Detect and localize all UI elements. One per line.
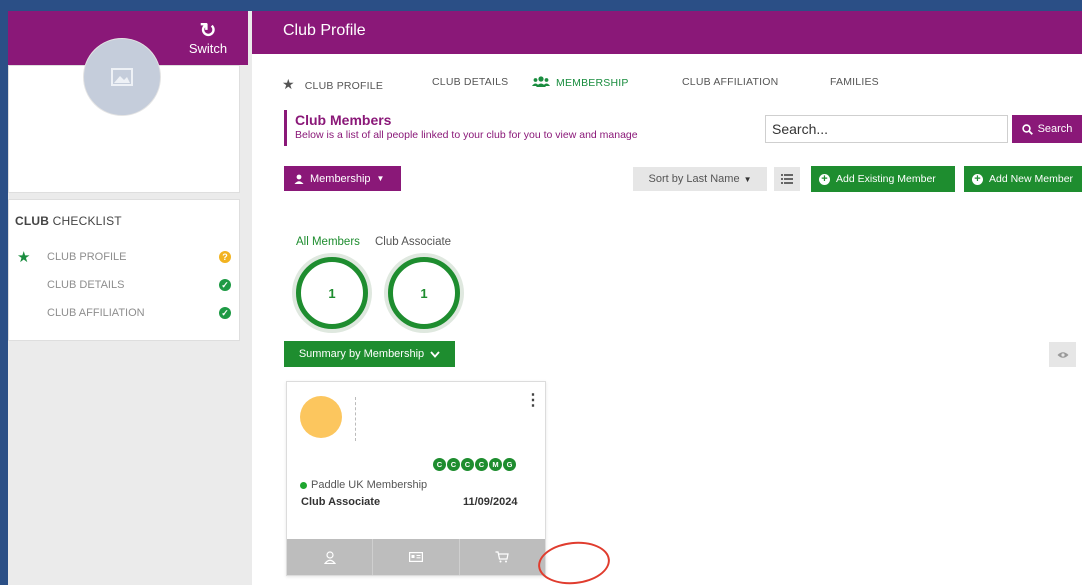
status-dot	[300, 481, 307, 489]
qualification-pill: C	[433, 458, 446, 471]
tab-club-details[interactable]: CLUB DETAILS	[432, 76, 508, 88]
shopping-cart-icon	[495, 551, 510, 563]
members-title: Club Members	[295, 112, 392, 128]
check-icon: ✓	[219, 307, 231, 319]
caret-down-icon: ▼	[743, 174, 752, 184]
more-options-icon[interactable]: ⋮	[525, 393, 541, 409]
purchase-button[interactable]	[460, 539, 545, 575]
star-icon: ★	[282, 76, 295, 92]
club-avatar[interactable]	[83, 38, 161, 116]
qualification-pill: C	[461, 458, 474, 471]
switch-label: Switch	[188, 41, 228, 56]
users-icon	[532, 76, 550, 87]
star-icon: ★	[17, 249, 31, 266]
membership-type: Club Associate	[301, 496, 381, 508]
member-avatar	[300, 396, 342, 438]
check-icon: ✓	[219, 279, 231, 291]
list-icon	[781, 174, 793, 184]
qualification-pill: M	[489, 458, 502, 471]
chevron-down-icon	[430, 350, 440, 358]
members-subtitle: Below is a list of all people linked to …	[295, 129, 638, 141]
main-header: Club Profile	[252, 11, 1082, 54]
member-name-placeholder	[355, 397, 357, 441]
sidebar: ↻ Switch CLUB CHECKLIST ★ CLUB PROFILE ?…	[8, 11, 252, 585]
plus-circle-icon: +	[819, 173, 830, 185]
search-button[interactable]: Search	[1012, 115, 1082, 143]
membership-card-button[interactable]	[373, 539, 460, 575]
category-label-all-members[interactable]: All Members	[296, 236, 360, 248]
qualification-pill: G	[503, 458, 516, 471]
qualification-pill: C	[475, 458, 488, 471]
plus-circle-icon: +	[972, 173, 983, 185]
club-associate-count-circle[interactable]: 1	[388, 257, 460, 329]
checklist-item-club-affiliation[interactable]: CLUB AFFILIATION ✓	[9, 304, 239, 324]
add-existing-member-button[interactable]: + Add Existing Member	[811, 166, 955, 192]
page-title: Club Profile	[283, 22, 366, 39]
add-new-member-button[interactable]: + Add New Member	[964, 166, 1082, 192]
membership-status: Paddle UK Membership	[300, 479, 427, 491]
search-icon	[1021, 123, 1033, 135]
highlight-annotation	[536, 538, 612, 585]
refresh-icon: ↻	[199, 20, 217, 42]
checklist-item-club-profile[interactable]: ★ CLUB PROFILE ?	[9, 248, 239, 268]
search-input[interactable]	[765, 115, 1008, 143]
tab-club-profile[interactable]: ★ CLUB PROFILE	[282, 76, 383, 93]
view-profile-button[interactable]	[287, 539, 374, 575]
member-card: ⋮ C C C C M G Paddle UK Membership Club …	[286, 381, 546, 576]
tab-club-affiliation[interactable]: CLUB AFFILIATION	[682, 76, 778, 88]
summary-by-membership-button[interactable]: Summary by Membership	[284, 341, 455, 367]
eye-toggle-button[interactable]	[1049, 342, 1076, 367]
list-view-button[interactable]	[774, 167, 800, 191]
sort-dropdown[interactable]: Sort by Last Name ▼	[633, 167, 767, 191]
member-card-actions	[287, 539, 545, 575]
image-placeholder-icon	[111, 68, 133, 86]
qualification-pills: C C C C M G	[433, 458, 516, 471]
qualification-pill: C	[447, 458, 460, 471]
checklist-title: CLUB CHECKLIST	[15, 214, 122, 228]
warning-icon: ?	[219, 251, 231, 263]
checklist-item-club-details[interactable]: CLUB DETAILS ✓	[9, 276, 239, 296]
eye-icon	[1057, 351, 1068, 358]
caret-down-icon: ▼	[376, 174, 385, 183]
user-outline-icon	[323, 550, 336, 564]
club-avatar-card	[8, 38, 240, 193]
club-checklist: CLUB CHECKLIST ★ CLUB PROFILE ? CLUB DET…	[8, 199, 240, 341]
membership-date: 11/09/2024	[463, 496, 518, 508]
switch-button[interactable]: ↻ Switch	[186, 21, 230, 56]
all-members-count-circle[interactable]: 1	[296, 257, 368, 329]
app-frame: ↻ Switch CLUB CHECKLIST ★ CLUB PROFILE ?…	[8, 11, 1082, 585]
user-icon	[294, 174, 304, 184]
membership-dropdown[interactable]: Membership ▼	[284, 166, 401, 191]
members-section-header: Club Members Below is a list of all peop…	[284, 110, 638, 146]
id-card-icon	[408, 552, 423, 562]
category-label-club-associate[interactable]: Club Associate	[375, 236, 451, 248]
main-content: Club Profile ★ CLUB PROFILE CLUB DETAILS …	[252, 11, 1082, 585]
tab-membership[interactable]: MEMBERSHIP	[532, 76, 629, 89]
tab-families[interactable]: FAMILIES	[830, 76, 879, 88]
